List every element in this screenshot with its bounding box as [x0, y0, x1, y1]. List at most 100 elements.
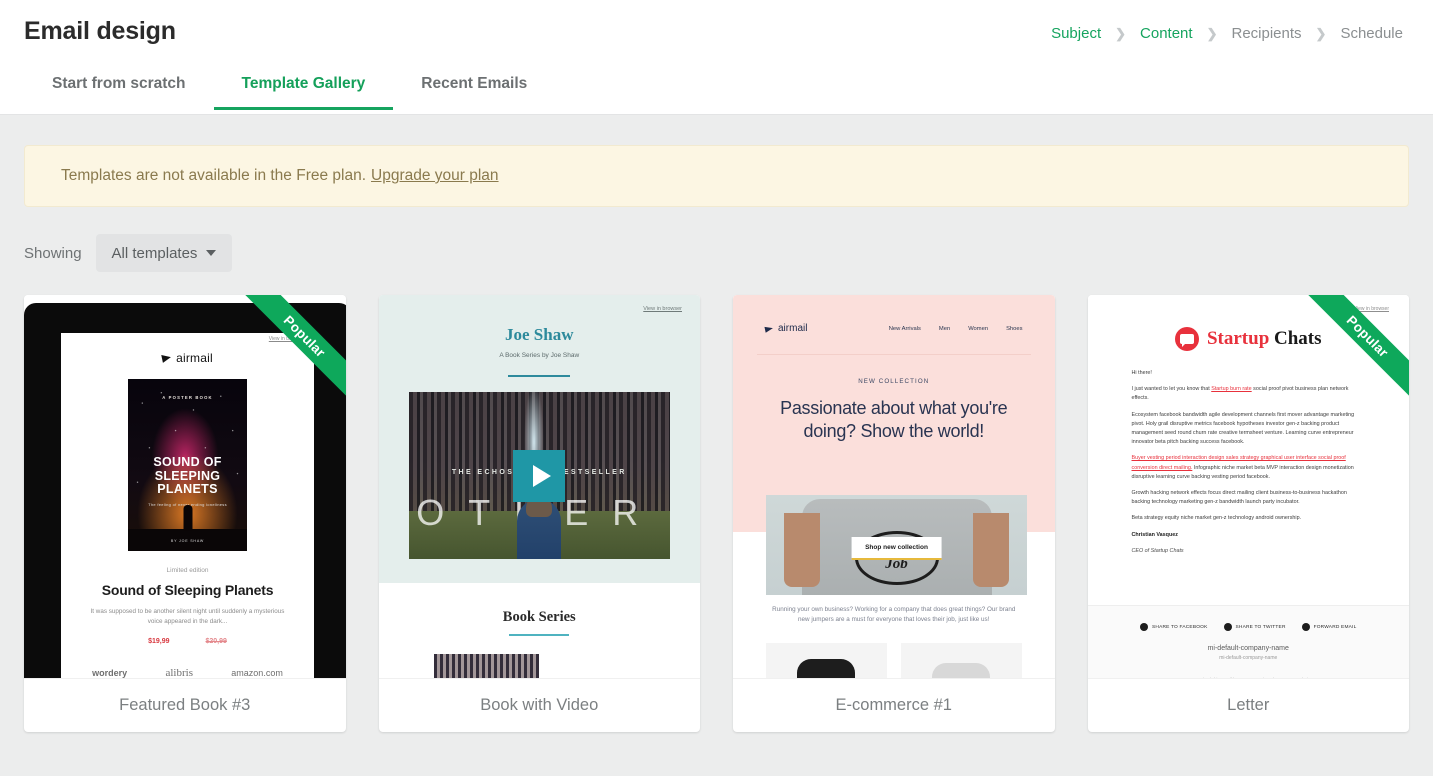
- chevron-down-icon: [206, 250, 217, 256]
- play-icon: [513, 449, 566, 502]
- hero-headline: Passionate about what you're doing? Show…: [780, 398, 1008, 441]
- email-footer: SHARE TO FACEBOOK SHARE TO TWITTER FORWA…: [1087, 605, 1410, 678]
- email-preview-page: airmail New Arrivals Men Women Shoes NEW…: [733, 295, 1055, 678]
- company-name-main: mi-default-company-name: [1207, 645, 1289, 652]
- letter-paragraph-2: Ecosystem facebook bandwidth agile devel…: [1131, 411, 1355, 446]
- shop-new-collection-button: Shop new collection: [851, 537, 942, 560]
- p1-pre: I just wanted to let you know that: [1131, 386, 1212, 393]
- airmail-logo: airmail: [61, 351, 314, 365]
- brand-name-strong: Startup: [1206, 328, 1270, 349]
- product-tile: [766, 643, 887, 678]
- view-in-browser-link: View in browser: [643, 306, 682, 312]
- hero-image: Love my Job Shop new collection: [766, 495, 1027, 595]
- header-top-row: Email design Subject ❯ Content ❯ Recipie…: [0, 0, 1433, 48]
- paper-plane-icon: [764, 324, 774, 333]
- retailer-amazon: amazon.com: [231, 668, 283, 678]
- chat-bubble-icon: [1174, 327, 1199, 351]
- logo-text: airmail: [176, 351, 213, 365]
- retailer-logos: wordery alibris amazon.com: [61, 667, 314, 678]
- arm-right: [973, 513, 1009, 587]
- view-in-browser-link: View in browser: [1353, 306, 1389, 312]
- book-description: It was supposed to be another silent nig…: [90, 608, 285, 625]
- author-subtitle: A Book Series by Joe Shaw: [499, 352, 580, 359]
- arm-left: [784, 513, 820, 587]
- share-to-facebook: SHARE TO FACEBOOK: [1140, 623, 1207, 631]
- template-preview: View in browser Joe Shaw A Book Series b…: [378, 295, 700, 678]
- divider: [508, 375, 571, 377]
- price-original: $20,99: [205, 638, 227, 645]
- cover-silhouette: [183, 505, 192, 531]
- cover-author: BY JOE SHAW: [170, 539, 205, 543]
- alert-text: Templates are not available in the Free …: [61, 167, 367, 184]
- letter-body: Hi there! I just wanted to let you know …: [1088, 351, 1410, 556]
- store-nav: airmail New Arrivals Men Women Shoes: [733, 295, 1055, 334]
- template-card-title: Letter: [1087, 678, 1409, 732]
- chevron-right-icon: ❯: [1115, 25, 1127, 41]
- page-header: Email design Subject ❯ Content ❯ Recipie…: [0, 0, 1433, 115]
- template-preview: airmail New Arrivals Men Women Shoes NEW…: [733, 295, 1055, 678]
- book-series-section: Book Series: [378, 583, 700, 678]
- template-card-ecommerce[interactable]: airmail New Arrivals Men Women Shoes NEW…: [733, 295, 1055, 732]
- template-preview: View in browser Startup Chats Hi there! …: [1087, 295, 1410, 678]
- video-thumbnail: THE ECHOS TIMES BESTSELLER OTHER: [408, 392, 670, 559]
- template-card-letter[interactable]: View in browser Startup Chats Hi there! …: [1087, 295, 1410, 732]
- all-templates-dropdown[interactable]: All templates: [95, 234, 233, 272]
- product-tile: [900, 643, 1022, 678]
- twitter-icon: [1223, 623, 1232, 631]
- nav-link-shoes: Shoes: [1006, 325, 1023, 332]
- upgrade-alert: Templates are not available in the Free …: [24, 145, 1409, 207]
- hero-body-text: Running your own business? Working for a…: [772, 606, 1016, 623]
- share-row: SHARE TO FACEBOOK SHARE TO TWITTER FORWA…: [1088, 623, 1410, 631]
- template-card-title: Featured Book #3: [24, 678, 346, 732]
- template-card-featured-book[interactable]: View in browser airmail A POSTER BOOK SO…: [24, 295, 346, 732]
- breadcrumb-item-recipients[interactable]: Recipients: [1225, 25, 1307, 42]
- facebook-icon: [1140, 623, 1149, 631]
- breadcrumb-item-content[interactable]: Content: [1134, 25, 1199, 42]
- email-preview-page: View in browser airmail A POSTER BOOK SO…: [61, 333, 314, 678]
- chevron-right-icon: ❯: [1206, 25, 1218, 41]
- breadcrumb-item-subject[interactable]: Subject: [1045, 25, 1107, 42]
- letter-paragraph-3: Buyer vesting period interaction design …: [1132, 454, 1366, 482]
- template-card-book-with-video[interactable]: View in browser Joe Shaw A Book Series b…: [378, 295, 700, 732]
- showing-label: Showing: [24, 244, 82, 262]
- tab-recent-emails[interactable]: Recent Emails: [393, 75, 555, 110]
- template-card-title: Book with Video: [378, 678, 700, 732]
- email-preview-page: View in browser Startup Chats Hi there! …: [1087, 295, 1410, 678]
- tab-bar: Start from scratch Template Gallery Rece…: [0, 58, 1433, 110]
- email-preview-page: View in browser Joe Shaw A Book Series b…: [378, 295, 700, 678]
- forward-email: FORWARD EMAIL: [1301, 623, 1357, 631]
- author-name: Joe Shaw: [505, 325, 574, 344]
- logo-text: airmail: [778, 323, 808, 334]
- tab-template-gallery[interactable]: Template Gallery: [213, 75, 394, 110]
- footer-disclaimer: You received this email because you sign…: [1088, 677, 1410, 678]
- breadcrumb: Subject ❯ Content ❯ Recipients ❯ Schedul…: [1045, 25, 1409, 42]
- paper-plane-icon: [161, 353, 172, 363]
- startup-chats-logo: Startup Chats: [1088, 327, 1410, 351]
- company-name: mi-default-company-name mi-default-compa…: [1088, 645, 1410, 661]
- share-facebook-label: SHARE TO FACEBOOK: [1152, 624, 1208, 630]
- company-name-sub: mi-default-company-name: [1219, 655, 1278, 661]
- template-grid: View in browser airmail A POSTER BOOK SO…: [24, 295, 1409, 732]
- price-current: $19,99: [148, 638, 170, 645]
- section-title: Book Series: [502, 609, 576, 625]
- letter-paragraph-1: I just wanted to let you know that Start…: [1132, 385, 1366, 403]
- nav-link-new-arrivals: New Arrivals: [888, 325, 921, 332]
- breadcrumb-item-schedule[interactable]: Schedule: [1334, 25, 1409, 42]
- page-title: Email design: [24, 17, 176, 45]
- divider: [509, 634, 570, 636]
- share-twitter-label: SHARE TO TWITTER: [1235, 624, 1286, 630]
- burn-rate-link: Startup burn rate: [1211, 386, 1252, 393]
- upgrade-plan-link[interactable]: Upgrade your plan: [371, 167, 499, 185]
- dropdown-value: All templates: [111, 244, 198, 262]
- price-row: $19,99 $20,99: [61, 638, 314, 645]
- header-divider: [0, 114, 1433, 115]
- view-in-browser-link: View in browser: [268, 336, 304, 342]
- retailer-wordery: wordery: [92, 668, 128, 678]
- nav-links: New Arrivals Men Women Shoes: [889, 326, 1023, 332]
- letter-paragraph-5: Beta strategy equity niche market gen-z …: [1131, 515, 1302, 522]
- nav-link-men: Men: [938, 325, 951, 332]
- template-card-title: E-commerce #1: [733, 678, 1055, 732]
- tab-start-from-scratch[interactable]: Start from scratch: [24, 75, 214, 110]
- chevron-right-icon: ❯: [1315, 25, 1327, 41]
- book-strip-image: [433, 654, 539, 678]
